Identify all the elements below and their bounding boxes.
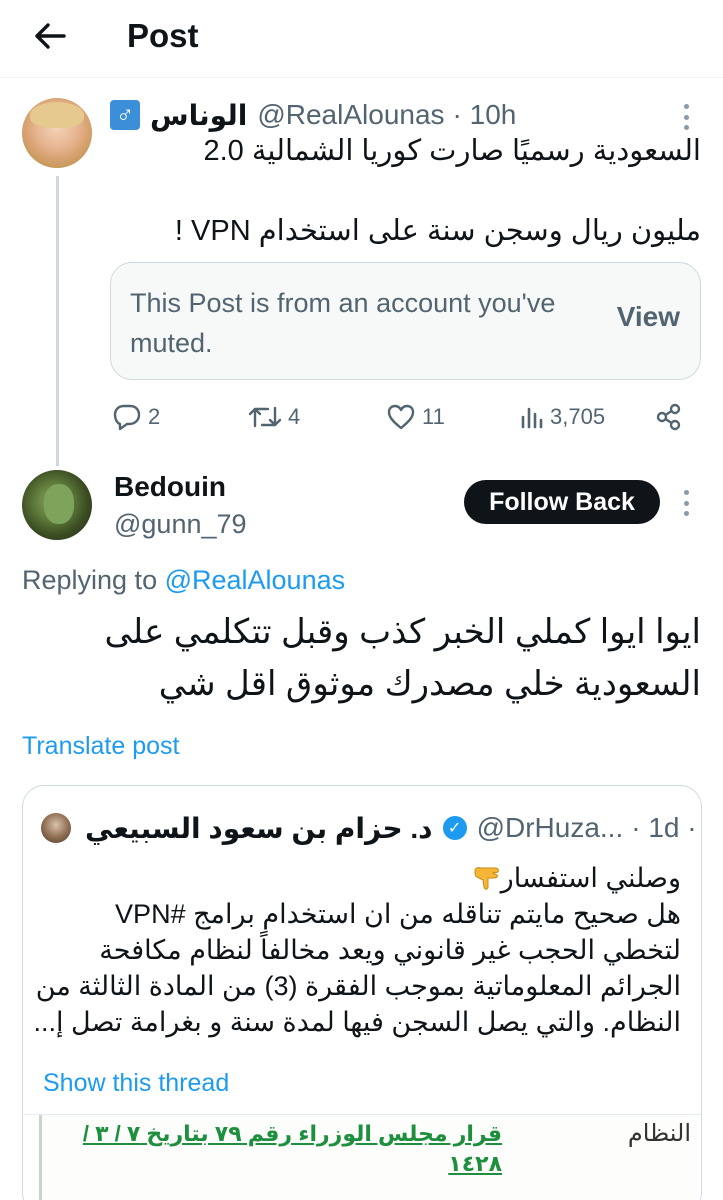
muted-notice-text: This Post is from an account you've mute… [130,288,556,358]
post-text: ايوا ايوا كملي الخبر كذب وقبل تتكلمي على… [21,606,701,710]
top-bar: Post [0,0,723,78]
avatar [41,813,71,843]
document-image: النظام قرار مجلس الوزراء رقم ٧٩ بتاريخ ٧… [39,1115,699,1200]
post-text-line: السعودية رسميًا صارت كوريا الشمالية 2.0 [203,135,701,167]
post-text-line: السعودية خلي مصدرك موثوق اقل شي [158,665,701,703]
share-button[interactable] [655,398,683,436]
follow-back-button[interactable]: Follow Back [464,480,660,524]
author-handle[interactable]: @RealAlounas [257,99,444,131]
view-count: 3,705 [550,404,606,429]
author-handle[interactable]: @gunn_79 [114,507,247,541]
quoted-post-card[interactable]: د. حزام بن سعود السبيعي ✓ @DrHuza... · 1… [22,785,702,1200]
repost-button[interactable]: 4 [248,398,300,436]
male-symbol-icon: ♂ [110,100,140,130]
quoted-text-line: هل صحيح مايتم تناقله من ان استخدام برامج… [115,899,681,929]
thread-connector [56,176,59,466]
image-text: قرار مجلس الوزراء رقم ٧٩ بتاريخ ٧ / ٣ / … [82,1121,502,1176]
replying-to-line: Replying to @RealAlounas [22,563,345,597]
post-time: · 1d · [631,812,697,843]
avatar[interactable] [22,470,92,540]
replying-to-label: Replying to [22,565,165,595]
back-arrow-icon[interactable] [28,14,72,58]
show-thread-link[interactable]: Show this thread [43,1066,229,1100]
quoted-text-line: وصلني استفسار [41,860,681,896]
view-button[interactable]: View [617,301,680,333]
heart-icon [387,404,415,430]
like-button[interactable]: 11 [386,398,445,436]
quoted-text-line: النظام. والتي يصل السجن فيها لمدة سنة و … [33,1007,682,1037]
analytics-icon [521,407,543,429]
quoted-post-header: د. حزام بن سعود السبيعي ✓ @DrHuza... · 1… [41,810,701,846]
quoted-text-line: لتخطي الحجب غير قانوني ويعد مخالفاً لنظا… [99,935,681,965]
share-icon [656,403,681,431]
reply-count: 2 [148,404,161,429]
like-count: 11 [422,404,445,429]
reply-icon [113,404,141,431]
mention-link[interactable]: @RealAlounas [165,565,346,595]
quoted-post-text: وصلني استفسار هل صحيح مايتم تناقله من ان… [33,860,682,1040]
pointing-down-emoji-icon [474,867,499,890]
page-title: Post [127,17,199,54]
quoted-author-handle: @DrHuza... [476,812,624,843]
repost-icon [248,406,282,428]
post-text-line: ايوا ايوا كملي الخبر كذب وقبل تتكلمي على [104,613,701,651]
more-options-icon[interactable] [676,488,696,518]
post-time[interactable]: · 10h [453,99,517,131]
more-options-icon[interactable] [676,102,696,132]
image-text: النظام [627,1120,691,1147]
translate-post-link[interactable]: Translate post [22,729,179,763]
quoted-author-name: د. حزام بن سعود السبيعي [85,812,433,844]
muted-post-notice: This Post is from an account you've mute… [110,262,701,380]
reply-button[interactable]: 2 [112,398,160,436]
verified-badge-icon: ✓ [442,816,467,840]
repost-count: 4 [288,404,301,429]
views-button[interactable]: 3,705 [520,398,605,436]
author-name[interactable]: Bedouin [114,470,226,504]
quoted-text-line: الجرائم المعلوماتية بموجب الفقرة (3) من … [35,971,681,1001]
avatar[interactable] [22,98,92,168]
author-name[interactable]: الوناس [150,99,247,132]
post-header: ♂ الوناس @RealAlounas · 10h [110,98,516,132]
post-text-line: مليون ريال وسجن سنة على استخدام VPN ! [174,215,701,247]
quoted-post-image[interactable]: النظام قرار مجلس الوزراء رقم ٧٩ بتاريخ ٧… [23,1114,701,1200]
